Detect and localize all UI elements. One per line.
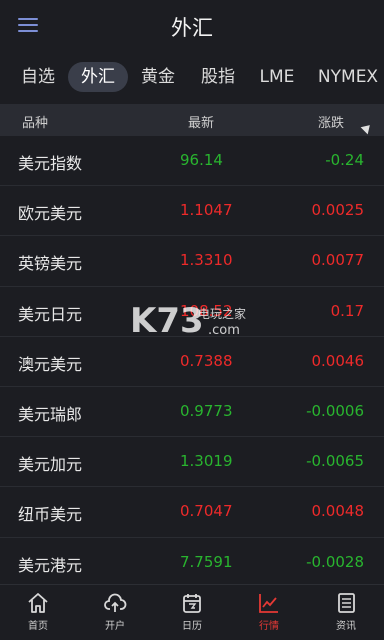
latest-price: 0.7047 xyxy=(180,502,233,521)
instrument-name: 美元日元 xyxy=(18,304,83,324)
nav-news[interactable]: 资讯 xyxy=(308,589,384,639)
tab-lme[interactable]: LME xyxy=(252,62,302,92)
tab-watchlist[interactable]: 自选 xyxy=(10,62,66,92)
nav-label: 开户 xyxy=(105,621,125,632)
price-change: -0.0006 xyxy=(306,401,364,420)
nav-open-account[interactable]: 开户 xyxy=(77,589,153,639)
tab-gold[interactable]: 黄金 xyxy=(132,62,184,92)
instrument-name: 美元加元 xyxy=(18,455,83,475)
instrument-name: 欧元美元 xyxy=(18,204,83,224)
price-change: 0.0048 xyxy=(311,502,365,521)
chart-icon xyxy=(259,594,278,613)
category-tabs: 自选 外汇 黄金 股指 LME NYMEX xyxy=(0,62,384,98)
latest-price: 7.7591 xyxy=(180,552,233,571)
price-change: 0.0077 xyxy=(311,251,365,270)
instrument-name: 澳元美元 xyxy=(18,354,83,374)
latest-price: 96.14 xyxy=(180,151,223,169)
table-row[interactable]: 美元港元 7.7591 -0.0028 xyxy=(0,538,384,588)
menu-icon[interactable] xyxy=(16,14,42,38)
tab-forex[interactable]: 外汇 xyxy=(68,62,128,92)
price-change: -0.0065 xyxy=(306,452,364,471)
price-change: -0.24 xyxy=(325,151,364,169)
table-row[interactable]: 纽币美元 0.7047 0.0048 xyxy=(0,487,384,538)
latest-price: 108.52 xyxy=(180,301,233,320)
nav-calendar[interactable]: 日历 xyxy=(154,589,230,639)
column-header-price[interactable]: 最新 xyxy=(188,112,214,131)
table-header: 品种 最新 涨跌 xyxy=(0,104,384,136)
latest-price: 1.1047 xyxy=(180,201,233,220)
news-icon xyxy=(338,593,355,613)
latest-price: 0.9773 xyxy=(180,401,233,420)
table-row[interactable]: 美元瑞郎 0.9773 -0.0006 xyxy=(0,387,384,438)
price-change: -0.0028 xyxy=(306,552,364,571)
table-row[interactable]: 澳元美元 0.7388 0.0046 xyxy=(0,337,384,387)
instrument-name: 美元指数 xyxy=(18,154,83,173)
nav-quotes[interactable]: 行情 xyxy=(231,589,307,639)
table-row[interactable]: 英镑美元 1.3310 0.0077 xyxy=(0,236,384,287)
price-change: 0.17 xyxy=(330,301,364,320)
bottom-navigation: 首页 开户 日历 行情 资讯 xyxy=(0,584,384,640)
sort-indicator-icon[interactable] xyxy=(360,121,374,135)
calendar-icon xyxy=(183,594,201,613)
latest-price: 1.3019 xyxy=(180,452,233,471)
page-title: 外汇 xyxy=(171,16,213,40)
price-change: 0.0025 xyxy=(311,201,365,220)
nav-label: 行情 xyxy=(259,621,279,632)
home-icon xyxy=(28,593,48,613)
instrument-name: 英镑美元 xyxy=(18,254,83,274)
latest-price: 1.3310 xyxy=(180,251,233,270)
nav-label: 资讯 xyxy=(336,621,356,632)
price-change: 0.0046 xyxy=(311,351,365,370)
table-row[interactable]: 美元指数 96.14 -0.24 xyxy=(0,136,384,187)
cloud-upload-icon xyxy=(104,593,127,612)
table-row[interactable]: 美元日元 108.52 0.17 xyxy=(0,287,384,337)
top-bar: 外汇 xyxy=(0,0,384,52)
nav-home[interactable]: 首页 xyxy=(0,589,76,639)
nav-label: 首页 xyxy=(28,621,48,632)
column-header-change[interactable]: 涨跌 xyxy=(318,112,344,131)
table-row[interactable]: 欧元美元 1.1047 0.0025 xyxy=(0,186,384,237)
table-row[interactable]: 美元加元 1.3019 -0.0065 xyxy=(0,437,384,488)
column-header-name: 品种 xyxy=(22,116,49,131)
latest-price: 0.7388 xyxy=(180,351,233,370)
nav-label: 日历 xyxy=(182,621,202,632)
tab-index[interactable]: 股指 xyxy=(192,62,244,92)
instrument-name: 美元瑞郎 xyxy=(18,404,83,424)
quote-list: 美元指数 96.14 -0.24 欧元美元 1.1047 0.0025 英镑美元… xyxy=(0,136,384,588)
instrument-name: 纽币美元 xyxy=(18,505,83,525)
tab-nymex[interactable]: NYMEX xyxy=(312,62,384,92)
instrument-name: 美元港元 xyxy=(18,555,83,575)
